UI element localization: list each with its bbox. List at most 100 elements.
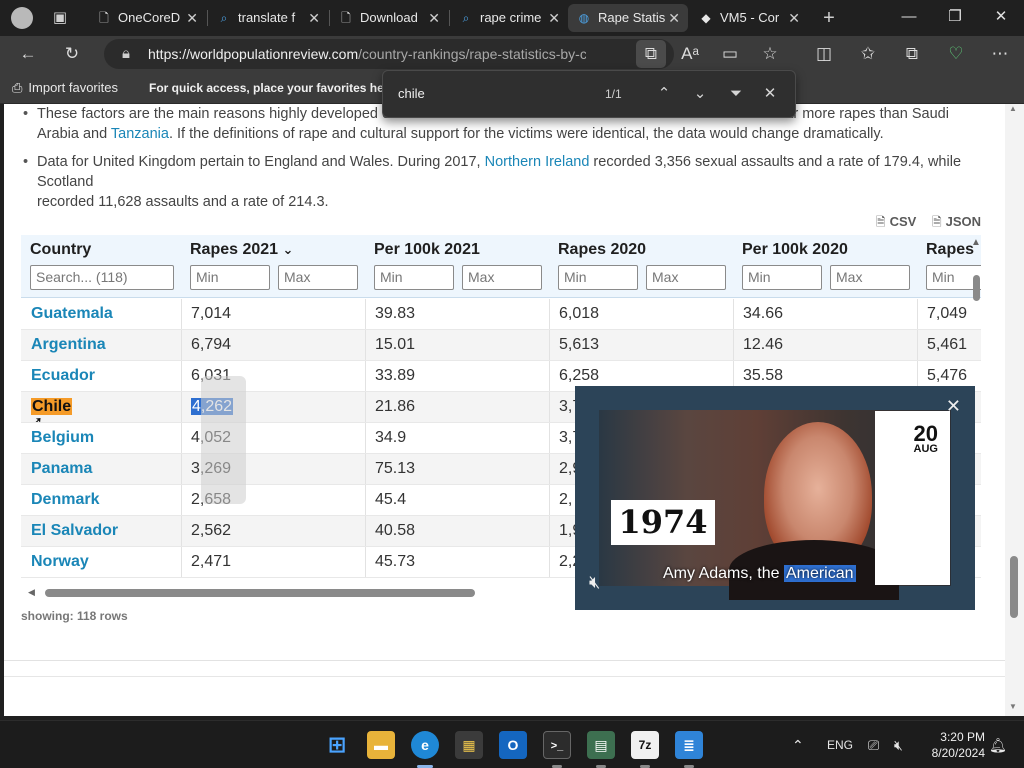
- per100k-2021-min-input[interactable]: Min: [374, 265, 454, 290]
- lock-icon[interactable]: 🔒︎: [112, 40, 140, 68]
- chevron-up-icon[interactable]: ⌃: [792, 721, 804, 768]
- find-input[interactable]: chile: [398, 71, 425, 117]
- taskbar: ⊞ ▬ e ▦ O >_ ▤ 7z ≣ ⌃ ENG ⎚ 🔇︎ 3:20 PM 8…: [0, 720, 1024, 768]
- minimize-icon[interactable]: —: [886, 0, 932, 34]
- country-link[interactable]: Panama: [21, 454, 181, 484]
- country-link[interactable]: Chile ➚: [21, 392, 181, 422]
- close-tab-icon[interactable]: ✕: [548, 4, 560, 32]
- tab-translate[interactable]: ⌕ translate f ✕: [208, 4, 328, 32]
- table-scroll-up-icon[interactable]: ▲: [971, 237, 981, 248]
- column-rapes-2020[interactable]: Rapes 2020 Min Max: [549, 235, 733, 298]
- import-favorites-button[interactable]: ⎙ Import favorites: [12, 72, 118, 104]
- close-video-icon[interactable]: ✕: [946, 396, 961, 417]
- chevron-up-icon[interactable]: ⌃: [651, 81, 677, 107]
- outlook-icon[interactable]: O: [499, 731, 527, 759]
- page-scroll-thumb[interactable]: [1010, 556, 1018, 618]
- column-per100k-2020[interactable]: Per 100k 2020 Min Max: [733, 235, 917, 298]
- tab-rape-crime[interactable]: ⌕ rape crime ✕: [450, 4, 568, 32]
- microsoft-store-icon[interactable]: ▦: [455, 731, 483, 759]
- scroll-down-icon[interactable]: ▼: [1009, 702, 1017, 711]
- immersive-reader-icon[interactable]: ▭: [716, 40, 744, 68]
- system-clock[interactable]: 3:20 PM 8/20/2024: [925, 729, 985, 761]
- country-link[interactable]: Belgium: [21, 423, 181, 453]
- link-northern-ireland[interactable]: Northern Ireland: [485, 154, 590, 170]
- chevron-down-icon[interactable]: ⌄: [687, 81, 713, 107]
- country-link[interactable]: Ecuador: [21, 361, 181, 391]
- app-window-icon[interactable]: ▤: [587, 731, 615, 759]
- table-row[interactable]: Argentina 6,794 15.01 5,613 12.46 5,461: [21, 330, 981, 361]
- video-player[interactable]: 1974 Amy Adams, the American 20 AUG 🔇︎ ✕: [575, 386, 975, 610]
- per100k-2020-min-input[interactable]: Min: [742, 265, 822, 290]
- refresh-icon[interactable]: ↻: [58, 40, 86, 68]
- link-tanzania[interactable]: Tanzania: [111, 126, 169, 142]
- network-icon[interactable]: ⎚: [868, 721, 879, 768]
- tab-actions-icon[interactable]: ▣: [48, 6, 72, 30]
- collections-icon[interactable]: ⧉: [898, 40, 926, 68]
- sort-chevron-icon[interactable]: ⌄: [283, 242, 294, 257]
- close-tab-icon[interactable]: ✕: [186, 4, 198, 32]
- mute-icon[interactable]: 🔇︎: [589, 572, 600, 593]
- terminal-icon[interactable]: >_: [543, 731, 571, 759]
- favorite-star-icon[interactable]: ☆: [756, 40, 784, 68]
- scroll-up-icon[interactable]: ▲: [1009, 104, 1017, 113]
- country-link[interactable]: Denmark: [21, 485, 181, 515]
- url-text[interactable]: https://worldpopulationreview.com/countr…: [148, 39, 586, 69]
- file-explorer-icon[interactable]: ▬: [367, 731, 395, 759]
- country-link[interactable]: Argentina: [21, 330, 181, 360]
- volume-muted-icon[interactable]: 🔇︎: [894, 721, 903, 768]
- rapes-2020-min-input[interactable]: Min: [558, 265, 638, 290]
- tab-onecore[interactable]: 🗋 OneCoreD ✕: [88, 4, 206, 32]
- export-csv-button[interactable]: 🗎 CSV: [876, 214, 916, 229]
- new-tab-icon[interactable]: +: [817, 6, 841, 30]
- close-tab-icon[interactable]: ✕: [428, 4, 440, 32]
- rapes-2020-max-input[interactable]: Max: [646, 265, 726, 290]
- find-on-page-icon[interactable]: ⧉: [636, 40, 666, 68]
- date-month: AUG: [913, 443, 938, 455]
- country-search-input[interactable]: Search... (118): [30, 265, 174, 290]
- more-menu-icon[interactable]: ⋯: [986, 40, 1014, 68]
- notepad-icon[interactable]: ≣: [675, 731, 703, 759]
- column-rapes-2021[interactable]: Rapes 2021 ⌄ Min Max: [181, 235, 365, 298]
- close-tab-icon[interactable]: ✕: [308, 4, 320, 32]
- close-find-icon[interactable]: ✕: [757, 81, 783, 107]
- per100k-2020-max-input[interactable]: Max: [830, 265, 910, 290]
- video-caption: Amy Adams, the American: [663, 565, 856, 582]
- split-screen-icon[interactable]: ◫: [810, 40, 838, 68]
- column-per100k-2021[interactable]: Per 100k 2021 Min Max: [365, 235, 549, 298]
- page-vertical-scrollbar[interactable]: ▲ ▼: [1005, 104, 1024, 716]
- 7zip-icon[interactable]: 7z: [631, 731, 659, 759]
- profile-avatar-icon[interactable]: [10, 6, 34, 30]
- scroll-left-icon[interactable]: ◀: [28, 587, 35, 598]
- windows-start-icon[interactable]: ⊞: [323, 731, 351, 759]
- notification-bell-icon[interactable]: 🔔︎: [989, 721, 1007, 768]
- export-links: 🗎 CSV 🗎 JSON: [864, 213, 981, 234]
- rapes-2021-max-input[interactable]: Max: [278, 265, 358, 290]
- tab-download[interactable]: 🗋 Download ✕: [330, 4, 448, 32]
- table-row[interactable]: Guatemala 7,014 39.83 6,018 34.66 7,049: [21, 299, 981, 330]
- address-bar[interactable]: 🔒︎ https://worldpopulationreview.com/cou…: [104, 39, 674, 69]
- close-tab-icon[interactable]: ✕: [788, 4, 800, 32]
- per100k-2021-max-input[interactable]: Max: [462, 265, 542, 290]
- country-link[interactable]: El Salvador: [21, 516, 181, 546]
- column-country[interactable]: Country Search... (118): [21, 235, 181, 298]
- close-tab-icon[interactable]: ✕: [668, 4, 680, 32]
- rapes-2021-min-input[interactable]: Min: [190, 265, 270, 290]
- language-indicator[interactable]: ENG: [827, 721, 853, 768]
- edge-browser-icon[interactable]: e: [411, 731, 439, 759]
- country-link[interactable]: Norway: [21, 547, 181, 577]
- browser-essentials-icon[interactable]: ♡: [942, 40, 970, 68]
- back-icon[interactable]: ←: [14, 40, 42, 68]
- horizontal-scroll-thumb[interactable]: [45, 589, 475, 597]
- table-cell: 75.13: [365, 454, 549, 484]
- tab-vm5[interactable]: ◆ VM5 - Cor ✕: [690, 4, 808, 32]
- country-link[interactable]: Guatemala: [21, 299, 181, 329]
- export-json-button[interactable]: 🗎 JSON: [932, 214, 981, 229]
- close-window-icon[interactable]: ✕: [978, 0, 1024, 34]
- tab-rape-statistics[interactable]: ◍ Rape Statis ✕: [568, 4, 688, 32]
- restore-icon[interactable]: ❐: [932, 0, 978, 34]
- read-aloud-icon[interactable]: Aᵃ: [676, 40, 704, 68]
- filter-icon[interactable]: ⏷: [723, 81, 749, 107]
- table-vertical-scrollbar[interactable]: [973, 275, 980, 301]
- favorites-icon[interactable]: ✩: [854, 40, 882, 68]
- table-cell: 5,613: [549, 330, 733, 360]
